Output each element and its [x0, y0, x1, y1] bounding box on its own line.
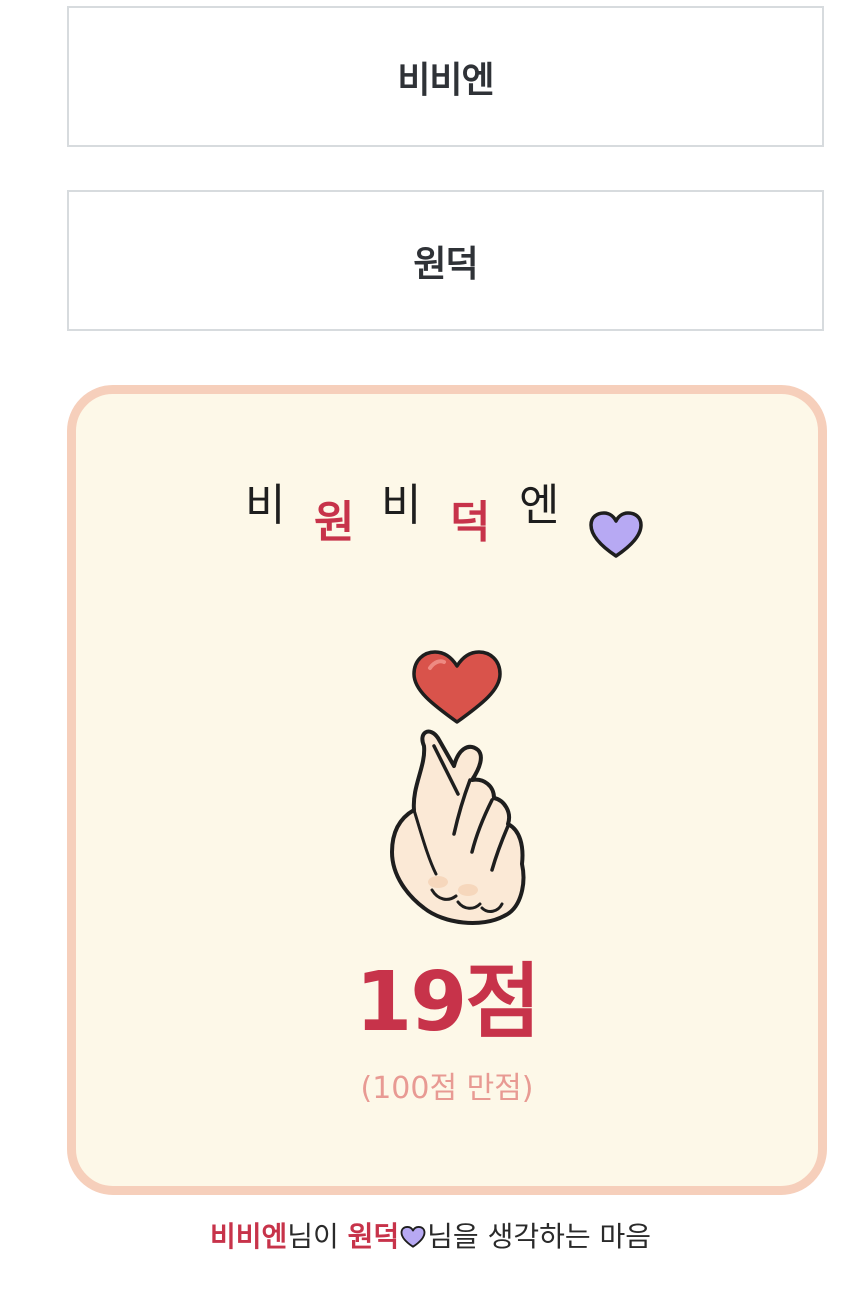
result-card: 비 원 비 덕 엔 19점 (100점 만점) — [67, 385, 827, 1195]
title-char-1: 비 — [245, 480, 286, 531]
caption-name-b: 원덕 — [347, 1220, 400, 1253]
caption-suffix-a: 님이 — [287, 1220, 348, 1253]
score-max-note: (100점 만점) — [360, 1071, 534, 1106]
first-name-text: 비비엔 — [397, 59, 494, 101]
second-name-box[interactable]: 원덕 — [67, 190, 824, 331]
second-name-text: 원덕 — [413, 243, 478, 285]
small-purple-heart-icon — [400, 1226, 426, 1248]
caption-name-a: 비비엔 — [209, 1220, 288, 1253]
finger-heart-icon — [390, 650, 526, 925]
purple-heart-icon — [589, 511, 643, 558]
title-char-2: 원 — [314, 497, 355, 548]
score-value: 19점 — [355, 955, 541, 1050]
title-char-5: 엔 — [519, 480, 560, 531]
result-caption: 비비엔님이 원덕 님을 생각하는 마음 — [0, 1220, 861, 1254]
caption-suffix-b: 님을 생각하는 마음 — [427, 1220, 652, 1253]
title-char-3: 비 — [381, 480, 422, 531]
first-name-box[interactable]: 비비엔 — [67, 6, 824, 147]
title-char-4: 덕 — [450, 497, 491, 548]
